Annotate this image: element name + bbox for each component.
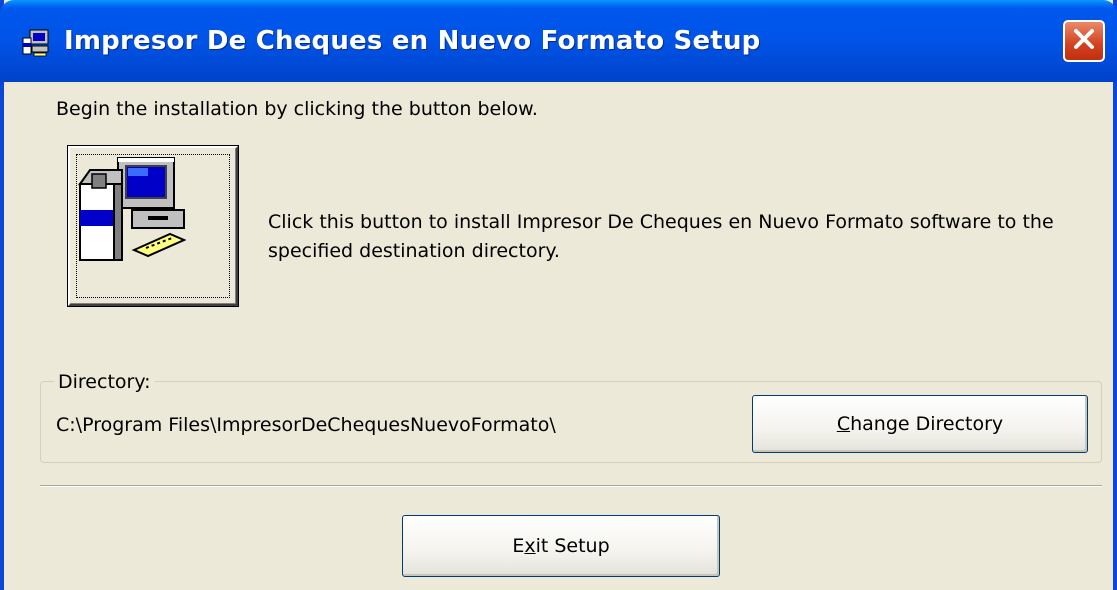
change-directory-mnemonic: C [836, 413, 851, 435]
close-button[interactable] [1063, 20, 1105, 62]
setup-window: Impresor De Cheques en Nuevo Formato Set… [0, 0, 1117, 590]
exit-setup-label-prefix: E [512, 535, 525, 557]
window-title: Impresor De Cheques en Nuevo Formato Set… [64, 26, 761, 56]
install-button[interactable] [68, 146, 238, 306]
exit-setup-button[interactable]: Ex it Setup [402, 515, 720, 577]
exit-setup-mnemonic: x [524, 535, 536, 557]
exit-setup-label: it Setup [535, 535, 610, 557]
title-bar[interactable]: Impresor De Cheques en Nuevo Formato Set… [0, 0, 1117, 82]
setup-computer-icon [20, 27, 52, 59]
change-directory-label: hange Directory [850, 413, 1004, 435]
directory-path: C:\Program Files\ImpresorDeChequesNuevoF… [56, 414, 556, 436]
change-directory-button[interactable]: Change Directory [752, 395, 1088, 453]
directory-legend: Directory: [54, 371, 155, 393]
instruction-text: Begin the installation by clicking the b… [56, 98, 538, 120]
install-description: Click this button to install Impresor De… [268, 211, 1054, 262]
close-icon [1072, 27, 1096, 55]
separator [40, 485, 1102, 487]
